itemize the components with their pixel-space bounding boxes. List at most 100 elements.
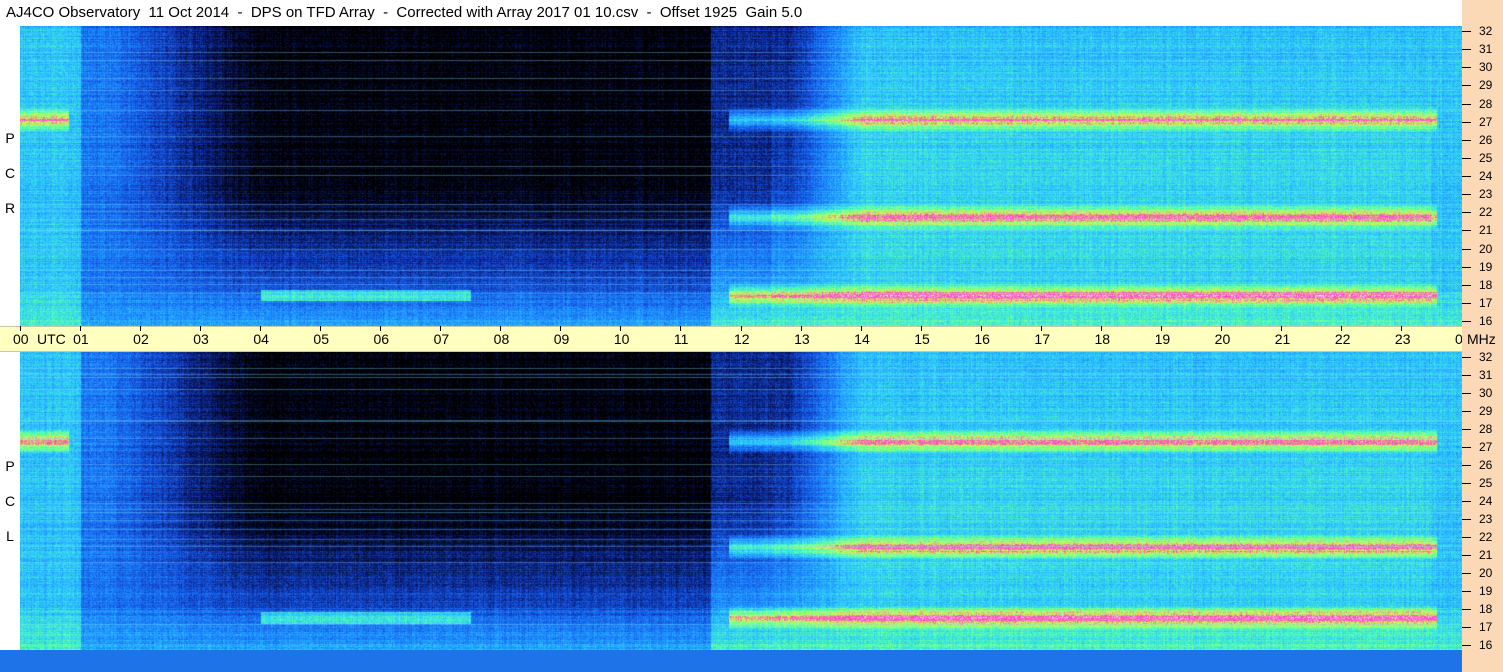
lcp-freq-label-23: 23	[1479, 512, 1493, 526]
utc-tick-label-14: 14	[854, 331, 870, 347]
rcp-freq-tick-31	[1462, 49, 1471, 50]
lcp-freq-label-19: 19	[1479, 584, 1493, 598]
rcp-freq-tick-26	[1462, 140, 1471, 141]
lcp-freq-tick-25	[1462, 483, 1471, 484]
rcp-freq-label-30: 30	[1479, 60, 1493, 74]
rcp-freq-tick-20	[1462, 249, 1471, 250]
lcp-freq-label-18: 18	[1479, 602, 1493, 616]
lcp-freq-label-25: 25	[1479, 476, 1493, 490]
lcp-label-c: C	[4, 493, 16, 509]
rcp-label-c: C	[4, 165, 16, 181]
lcp-freq-label-31: 31	[1479, 368, 1493, 382]
utc-tick-label-21: 21	[1274, 331, 1291, 347]
rcp-freq-tick-18	[1462, 285, 1471, 286]
utc-tick-label-5: 05	[313, 331, 329, 347]
rcp-freq-tick-30	[1462, 67, 1471, 68]
rcp-freq-tick-27	[1462, 122, 1471, 123]
rcp-freq-tick-23	[1462, 194, 1471, 195]
utc-tick-label-11: 11	[673, 331, 689, 347]
lcp-freq-tick-20	[1462, 573, 1471, 574]
lcp-freq-tick-21	[1462, 555, 1471, 556]
lcp-label-l: P	[5, 458, 15, 474]
lcp-freq-tick-31	[1462, 375, 1471, 376]
spectrogram-viewer: AJ4CO Observatory 11 Oct 2014 - DPS on T…	[0, 0, 1503, 672]
lcp-freq-label-21: 21	[1479, 548, 1493, 562]
utc-tick-label-9: 09	[553, 331, 570, 347]
utc-tick-label-4: 04	[253, 331, 269, 347]
rcp-freq-label-31: 31	[1479, 42, 1493, 56]
rcp-freq-label-22: 22	[1479, 205, 1493, 219]
lcp-freq-tick-17	[1462, 627, 1471, 628]
lcp-freq-tick-27	[1462, 447, 1471, 448]
utc-tick-label-3: 03	[193, 331, 209, 347]
lcp-freq-label-27: 27	[1479, 440, 1493, 454]
utc-tick-label-23: 23	[1394, 331, 1411, 347]
lcp-freq-tick-26	[1462, 465, 1471, 466]
lcp-freq-label-28: 28	[1479, 422, 1493, 436]
rcp-freq-label-17: 17	[1479, 296, 1493, 310]
rcp-freq-label-21: 21	[1479, 223, 1493, 237]
rcp-freq-tick-16	[1462, 321, 1471, 322]
lcp-freq-label-32: 32	[1479, 350, 1493, 364]
lcp-bottom-edge	[0, 650, 1462, 672]
lcp-freq-tick-18	[1462, 609, 1471, 610]
rcp-freq-label-29: 29	[1479, 78, 1493, 92]
utc-tick-label-19: 19	[1154, 331, 1171, 347]
rcp-freq-tick-28	[1462, 104, 1471, 105]
rcp-freq-label-19: 19	[1479, 260, 1493, 274]
utc-tick-label-16: 16	[974, 331, 990, 347]
lcp-freq-label-30: 30	[1479, 386, 1493, 400]
rcp-freq-label-32: 32	[1479, 24, 1493, 38]
utc-tick-label-20: 20	[1214, 331, 1231, 347]
rcp-freq-tick-21	[1462, 230, 1471, 231]
lcp-freq-tick-24	[1462, 501, 1471, 502]
rcp-freq-label-27: 27	[1479, 115, 1493, 129]
utc-tick-label-18: 18	[1094, 331, 1111, 347]
lcp-freq-label-26: 26	[1479, 458, 1493, 472]
rcp-freq-label-24: 24	[1479, 169, 1493, 183]
lcp-freq-tick-19	[1462, 591, 1471, 592]
rcp-freq-tick-25	[1462, 158, 1471, 159]
rcp-freq-tick-22	[1462, 212, 1471, 213]
utc-tick-label-13: 13	[794, 331, 810, 347]
rcp-freq-tick-29	[1462, 85, 1471, 86]
utc-tick-label-8: 08	[493, 331, 510, 347]
rcp-freq-label-23: 23	[1479, 187, 1493, 201]
lcp-freq-tick-30	[1462, 393, 1471, 394]
lcp-heatmap-canvas	[20, 352, 1462, 650]
utc-tick-label-15: 15	[914, 331, 930, 347]
rcp-freq-label-28: 28	[1479, 97, 1493, 111]
lcp-freq-label-24: 24	[1479, 494, 1493, 508]
rcp-freq-tick-17	[1462, 303, 1471, 304]
rcp-freq-label-26: 26	[1479, 133, 1493, 147]
lcp-freq-tick-22	[1462, 537, 1471, 538]
lcp-label-p: L	[6, 528, 14, 544]
rcp-freq-label-18: 18	[1479, 278, 1493, 292]
lcp-freq-label-17: 17	[1479, 620, 1493, 634]
mhz-unit-label: MHz	[1467, 331, 1496, 347]
lcp-freq-tick-29	[1462, 411, 1471, 412]
utc-tick-label-10: 10	[613, 331, 630, 347]
lcp-freq-label-29: 29	[1479, 404, 1493, 418]
utc-unit-label: UTC	[37, 331, 66, 347]
rcp-spectrogram	[20, 26, 1462, 326]
utc-tick-label-12: 12	[734, 331, 750, 347]
rcp-freq-tick-32	[1462, 31, 1471, 32]
rcp-freq-tick-24	[1462, 176, 1471, 177]
utc-time-axis: 00 01 02 03 04 05 06 07 08 09 10 11 12 13 14 15 16 17 18 19…	[0, 326, 1471, 352]
utc-tick-label-17: 17	[1034, 331, 1050, 347]
rcp-heatmap-canvas	[20, 26, 1462, 326]
lcp-freq-tick-28	[1462, 429, 1471, 430]
lcp-freq-tick-23	[1462, 519, 1471, 520]
utc-tick-label-22: 22	[1334, 331, 1351, 347]
lcp-freq-label-20: 20	[1479, 566, 1493, 580]
lcp-freq-label-16: 16	[1479, 638, 1493, 652]
rcp-freq-label-20: 20	[1479, 242, 1493, 256]
lcp-freq-tick-32	[1462, 357, 1471, 358]
rcp-label-r: P	[5, 130, 15, 146]
chart-title: AJ4CO Observatory 11 Oct 2014 - DPS on T…	[0, 0, 1462, 26]
rcp-freq-label-25: 25	[1479, 151, 1493, 165]
lcp-freq-label-22: 22	[1479, 530, 1493, 544]
lcp-spectrogram	[20, 352, 1462, 650]
utc-tick-label-7: 07	[433, 331, 450, 347]
